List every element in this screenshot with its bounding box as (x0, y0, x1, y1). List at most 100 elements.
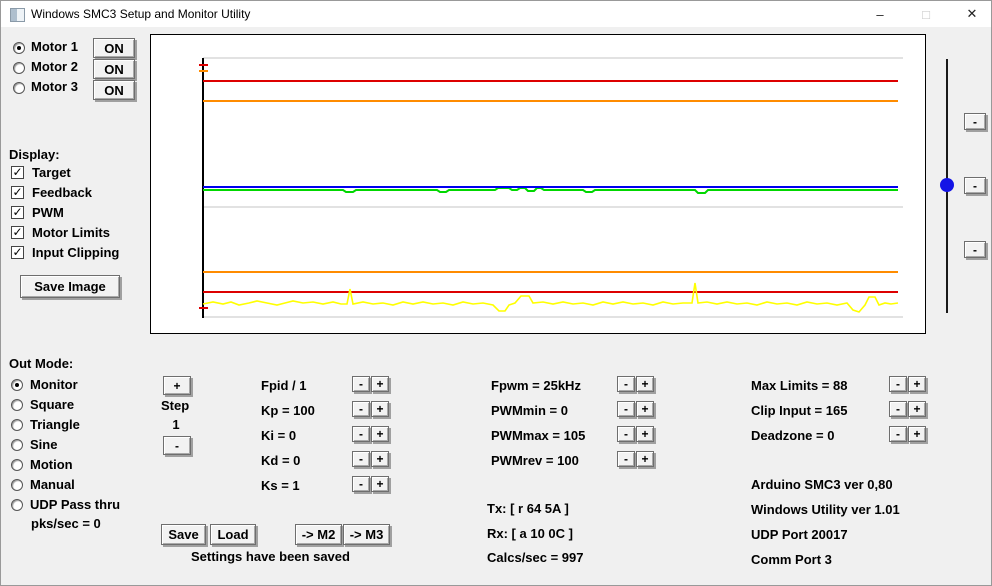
radio-monitor-label[interactable]: Monitor (30, 377, 78, 392)
out-mode-heading: Out Mode: (9, 356, 74, 371)
max-limits-value: Max Limits = 88 (751, 378, 848, 393)
fpid-value: Fpid / 1 (261, 378, 307, 393)
side-minus-button-1[interactable]: - (964, 113, 986, 130)
step-label: Step (161, 398, 190, 413)
radio-manual-label[interactable]: Manual (30, 477, 75, 492)
radio-udp-pass-thru[interactable] (11, 499, 23, 511)
display-heading: Display: (9, 147, 60, 162)
radio-udp-pass-thru-label[interactable]: UDP Pass thru (30, 497, 120, 512)
clip-input-value: Clip Input = 165 (751, 403, 848, 418)
deadzone-plus-button[interactable]: + (908, 426, 926, 442)
radio-motor-3[interactable] (13, 82, 25, 94)
checkbox-feedback[interactable]: ✓ (11, 186, 24, 199)
ki-value: Ki = 0 (261, 428, 297, 443)
tx-status: Tx: [ r 64 5A ] (487, 501, 569, 516)
minimize-button[interactable]: – (867, 4, 893, 24)
clip-input-minus-button[interactable]: - (889, 401, 907, 417)
radio-motor-2[interactable] (13, 62, 25, 74)
pwmrev-plus-button[interactable]: + (636, 451, 654, 467)
kp-minus-button[interactable]: - (352, 401, 370, 417)
ki-plus-button[interactable]: + (371, 426, 389, 442)
save-button[interactable]: Save (161, 524, 206, 545)
pwmmax-minus-button[interactable]: - (617, 426, 635, 442)
ks-plus-button[interactable]: + (371, 476, 389, 492)
max-limits-plus-button[interactable]: + (908, 376, 926, 392)
calcs-per-sec: Calcs/sec = 997 (487, 550, 584, 565)
pwmrev-value: PWMrev = 100 (491, 453, 579, 468)
clip-input-plus-button[interactable]: + (908, 401, 926, 417)
slider-knob[interactable] (940, 178, 954, 192)
scope-chart (150, 34, 926, 334)
radio-square-label[interactable]: Square (30, 397, 74, 412)
side-minus-button-2[interactable]: - (964, 177, 986, 194)
kd-plus-button[interactable]: + (371, 451, 389, 467)
radio-motion-label[interactable]: Motion (30, 457, 73, 472)
radio-motion[interactable] (11, 459, 23, 471)
max-limits-minus-button[interactable]: - (889, 376, 907, 392)
fpwm-plus-button[interactable]: + (636, 376, 654, 392)
radio-motor-1[interactable] (13, 42, 25, 54)
app-window: Windows SMC3 Setup and Monitor Utility –… (0, 0, 992, 586)
deadzone-value: Deadzone = 0 (751, 428, 835, 443)
radio-monitor[interactable] (11, 379, 23, 391)
pks-per-sec-value: pks/sec = 0 (31, 516, 101, 531)
udp-port: UDP Port 20017 (751, 527, 848, 542)
load-button[interactable]: Load (210, 524, 256, 545)
comm-port: Comm Port 3 (751, 552, 832, 567)
checkbox-target[interactable]: ✓ (11, 166, 24, 179)
deadzone-minus-button[interactable]: - (889, 426, 907, 442)
to-m3-button[interactable]: -> M3 (343, 524, 390, 545)
step-plus-button[interactable]: + (163, 376, 191, 395)
to-m2-button[interactable]: -> M2 (295, 524, 342, 545)
pwmmax-plus-button[interactable]: + (636, 426, 654, 442)
ki-minus-button[interactable]: - (352, 426, 370, 442)
fpwm-value: Fpwm = 25kHz (491, 378, 581, 393)
radio-triangle[interactable] (11, 419, 23, 431)
app-icon (10, 8, 25, 22)
checkbox-motor-limits-label[interactable]: Motor Limits (32, 225, 110, 240)
save-image-button[interactable]: Save Image (20, 275, 120, 298)
radio-square[interactable] (11, 399, 23, 411)
kd-minus-button[interactable]: - (352, 451, 370, 467)
radio-sine[interactable] (11, 439, 23, 451)
fpid-plus-button[interactable]: + (371, 376, 389, 392)
checkbox-feedback-label[interactable]: Feedback (32, 185, 92, 200)
rx-status: Rx: [ a 10 0C ] (487, 526, 573, 541)
pwmrev-minus-button[interactable]: - (617, 451, 635, 467)
motor-2-label[interactable]: Motor 2 (31, 59, 78, 74)
kp-plus-button[interactable]: + (371, 401, 389, 417)
checkbox-motor-limits[interactable]: ✓ (11, 226, 24, 239)
ks-value: Ks = 1 (261, 478, 300, 493)
motor-3-label[interactable]: Motor 3 (31, 79, 78, 94)
pwmmin-plus-button[interactable]: + (636, 401, 654, 417)
window-title: Windows SMC3 Setup and Monitor Utility (31, 7, 251, 21)
fpid-minus-button[interactable]: - (352, 376, 370, 392)
motor-2-on-button[interactable]: ON (93, 59, 135, 79)
titlebar: Windows SMC3 Setup and Monitor Utility –… (1, 1, 991, 27)
side-minus-button-3[interactable]: - (964, 241, 986, 258)
radio-manual[interactable] (11, 479, 23, 491)
close-button[interactable]: ✕ (959, 4, 985, 24)
ks-minus-button[interactable]: - (352, 476, 370, 492)
checkbox-target-label[interactable]: Target (32, 165, 71, 180)
kp-value: Kp = 100 (261, 403, 315, 418)
pwmmin-minus-button[interactable]: - (617, 401, 635, 417)
fpwm-minus-button[interactable]: - (617, 376, 635, 392)
step-value: 1 (172, 417, 180, 432)
checkbox-input-clipping-label[interactable]: Input Clipping (32, 245, 119, 260)
checkbox-pwm-label[interactable]: PWM (32, 205, 64, 220)
checkbox-pwm[interactable]: ✓ (11, 206, 24, 219)
motor-1-label[interactable]: Motor 1 (31, 39, 78, 54)
motor-3-on-button[interactable]: ON (93, 80, 135, 100)
motor-1-on-button[interactable]: ON (93, 38, 135, 58)
step-minus-button[interactable]: - (163, 436, 191, 455)
kd-value: Kd = 0 (261, 453, 301, 468)
scope-plot (199, 57, 903, 318)
radio-triangle-label[interactable]: Triangle (30, 417, 80, 432)
pwmmin-value: PWMmin = 0 (491, 403, 568, 418)
arduino-version: Arduino SMC3 ver 0,80 (751, 477, 893, 492)
maximize-button: □ (922, 6, 930, 22)
pwmmax-value: PWMmax = 105 (491, 428, 586, 443)
checkbox-input-clipping[interactable]: ✓ (11, 246, 24, 259)
radio-sine-label[interactable]: Sine (30, 437, 57, 452)
